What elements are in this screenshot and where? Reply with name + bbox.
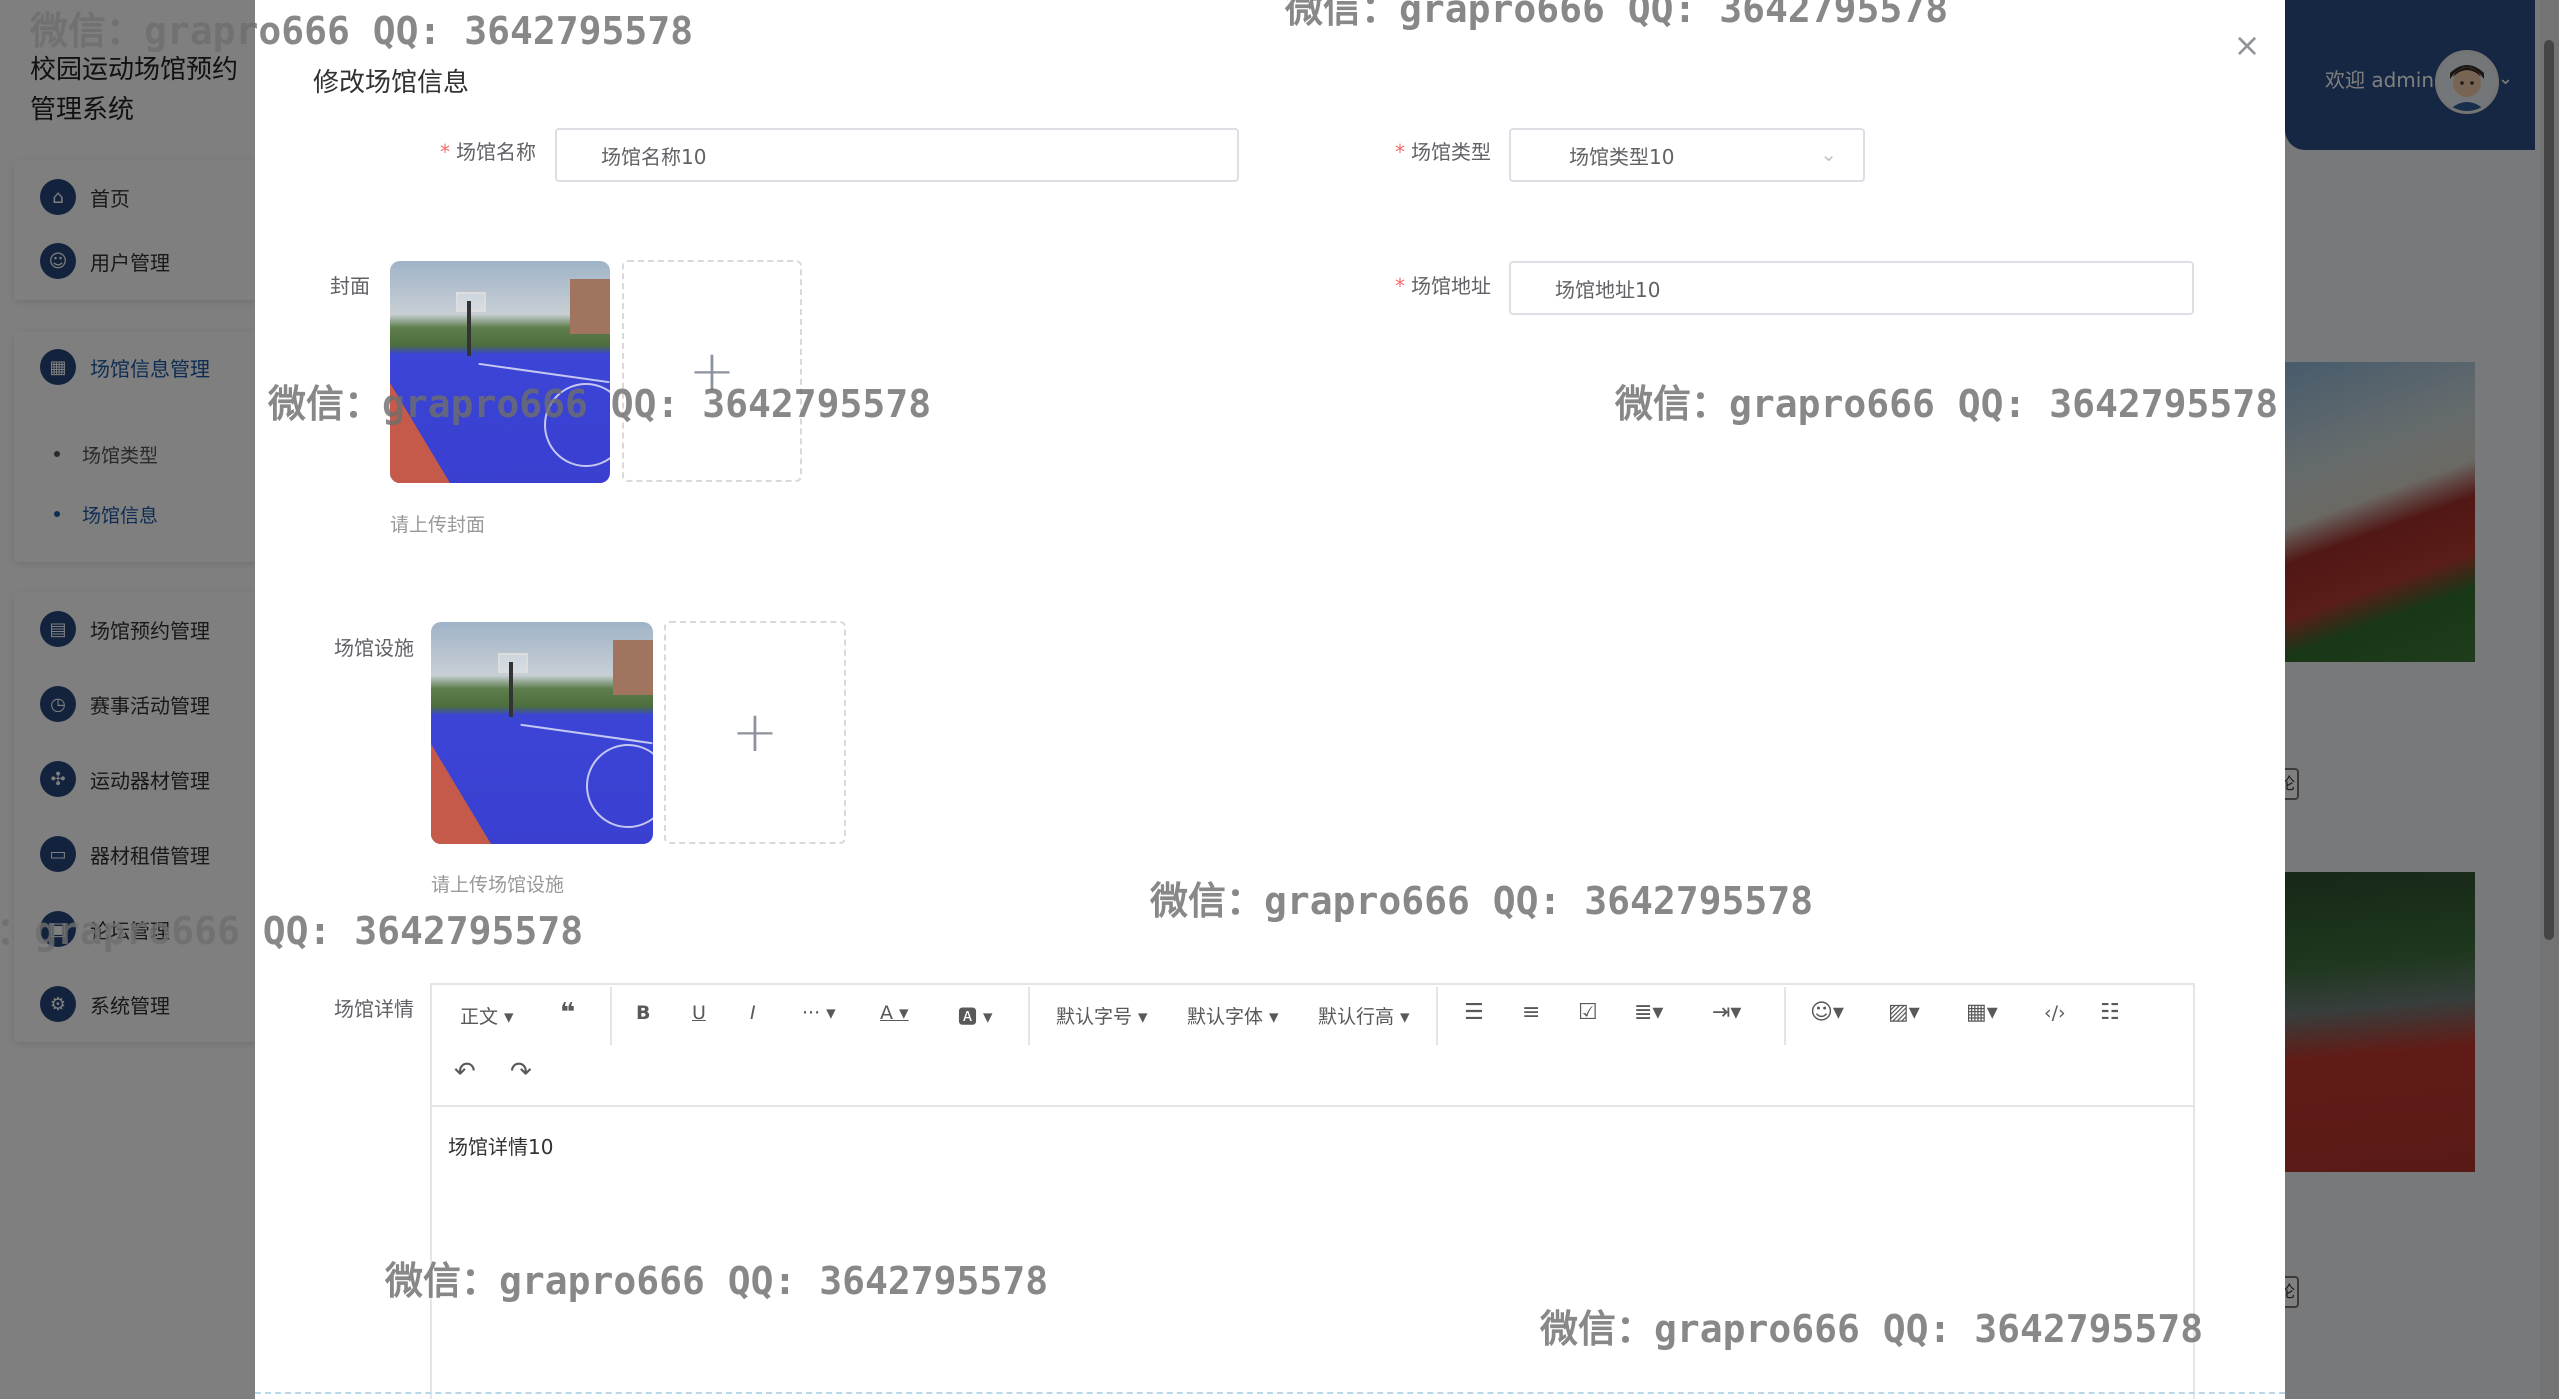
venue-address-label-text: 场馆地址	[1411, 274, 1491, 298]
align-icon[interactable]: ≣▾	[1634, 1000, 1663, 1025]
court-line	[520, 723, 653, 745]
indent-icon[interactable]: ⇥▾	[1712, 1000, 1741, 1025]
venue-name-value: 场馆名称10	[601, 144, 707, 169]
cover-image[interactable]	[390, 261, 610, 483]
toolbar-divider	[1784, 987, 1786, 1045]
venue-name-input[interactable]: 场馆名称10	[555, 128, 1239, 182]
required-mark: *	[1395, 140, 1405, 164]
cover-upload-button[interactable]: +	[622, 260, 802, 482]
watermark-text: 微信：grapro666 QQ: 3642795578	[0, 909, 584, 953]
facility-image[interactable]	[431, 622, 653, 844]
watermark-text: 微信：grapro666 QQ: 3642795578	[268, 382, 932, 426]
chevron-down-icon: ⌄	[1820, 142, 1837, 166]
watermark-text: 微信：grapro666 QQ: 3642795578	[1150, 879, 1814, 923]
facility-upload-button[interactable]: +	[664, 621, 846, 844]
font-color-icon[interactable]: A ▾	[880, 1002, 909, 1024]
venue-type-select[interactable]: 场馆类型10 ⌄	[1509, 128, 1865, 182]
editor-content[interactable]: 场馆详情10	[448, 1131, 553, 1160]
line-height-dropdown[interactable]: 默认行高 ▾	[1318, 1002, 1410, 1029]
watermark-text: 微信：grapro666 QQ: 3642795578	[385, 1259, 1049, 1303]
todo-checkbox-icon[interactable]: ☑	[1578, 1000, 1598, 1025]
facility-label: 场馆设施	[334, 636, 414, 660]
font-size-label: 默认字号	[1056, 1006, 1133, 1028]
cover-upload-tip: 请上传封面	[390, 514, 486, 536]
venue-address-input[interactable]: 场馆地址10	[1509, 261, 2194, 315]
undo-icon[interactable]: ↶	[454, 1057, 476, 1087]
watermark-text: 微信：grapro666 QQ: 3642795578	[30, 9, 694, 53]
font-size-dropdown[interactable]: 默认字号 ▾	[1056, 1002, 1148, 1029]
venue-type-value: 场馆类型10	[1569, 144, 1675, 169]
italic-icon[interactable]: I	[750, 1002, 756, 1024]
table-icon[interactable]: ▦▾	[1966, 1000, 1998, 1025]
facility-upload-tip: 请上传场馆设施	[431, 874, 565, 896]
dialog-title: 修改场馆信息	[313, 68, 470, 98]
cover-label: 封面	[330, 274, 370, 298]
venue-address-label: * 场馆地址	[1335, 270, 1491, 299]
basketball-court-picture	[390, 261, 610, 483]
venue-name-label: * 场馆名称	[380, 136, 536, 165]
redo-icon[interactable]: ↷	[510, 1057, 532, 1087]
plus-icon: +	[731, 700, 779, 765]
toolbar-divider	[1028, 987, 1030, 1045]
watermark-text: 微信：grapro666 QQ: 3642795578	[1540, 1307, 2204, 1351]
required-mark: *	[1395, 274, 1405, 298]
bold-icon[interactable]: B	[636, 1002, 650, 1024]
emoji-icon[interactable]: ☺▾	[1810, 1000, 1844, 1025]
hoop-pole-shape	[467, 300, 471, 356]
code-icon[interactable]: ‹/›	[2044, 1002, 2066, 1024]
venue-name-label-text: 场馆名称	[456, 140, 536, 164]
required-mark: *	[440, 140, 450, 164]
toolbar-divider	[610, 987, 612, 1045]
watermark-text: 微信：grapro666 QQ: 3642795578	[1615, 382, 2279, 426]
venue-address-value: 场馆地址10	[1555, 277, 1661, 302]
building-shape	[613, 639, 653, 696]
backboard-shape	[456, 292, 486, 313]
venue-type-label-text: 场馆类型	[1411, 140, 1491, 164]
divider-line-icon[interactable]: ☷	[2100, 1000, 2120, 1025]
detail-label: 场馆详情	[334, 997, 414, 1021]
paragraph-label: 正文	[460, 1006, 499, 1028]
paragraph-dropdown[interactable]: 正文 ▾	[460, 1002, 514, 1029]
numbered-list-icon[interactable]: ≡	[1522, 1000, 1540, 1025]
toolbar-divider	[1436, 987, 1438, 1045]
hoop-pole-shape	[508, 661, 513, 717]
court-margin	[431, 744, 491, 844]
background-color-icon[interactable]: 🅰 ▾	[958, 1002, 993, 1029]
court-circle	[586, 744, 653, 829]
blockquote-icon[interactable]: ❝	[560, 998, 575, 1028]
font-family-label: 默认字体	[1187, 1006, 1264, 1028]
venue-type-label: * 场馆类型	[1335, 136, 1491, 165]
dialog-bottom-border	[255, 1392, 2285, 1394]
close-icon[interactable]: ×	[2232, 29, 2262, 61]
bulleted-list-icon[interactable]: ☰	[1464, 1000, 1484, 1025]
editor-toolbar: 正文 ▾ ❝ B U I ··· ▾ A ▾ 🅰 ▾ 默认字号 ▾ 默认字体 ▾…	[432, 985, 2193, 1107]
font-family-dropdown[interactable]: 默认字体 ▾	[1187, 1002, 1279, 1029]
line-height-label: 默认行高	[1318, 1006, 1395, 1028]
basketball-court-picture	[431, 622, 653, 844]
underline-icon[interactable]: U	[692, 1002, 706, 1024]
building-shape	[570, 278, 610, 335]
image-icon[interactable]: ▨▾	[1888, 1000, 1920, 1025]
watermark-text: 微信：grapro666 QQ: 3642795578	[1285, 0, 1949, 31]
more-style-icon[interactable]: ··· ▾	[802, 1002, 836, 1024]
